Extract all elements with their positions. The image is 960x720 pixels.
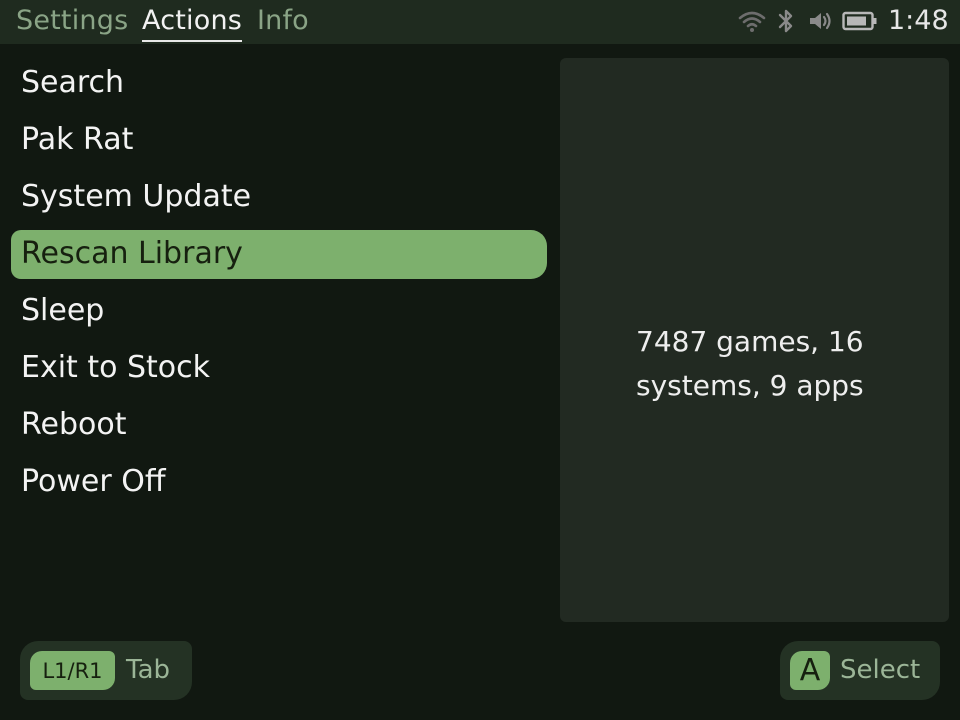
- select-hint[interactable]: A Select: [780, 641, 940, 700]
- a-button-key: A: [790, 651, 830, 690]
- menu-item-label: Rescan Library: [21, 236, 243, 271]
- menu-item-system-update[interactable]: System Update: [11, 173, 547, 222]
- wifi-icon: [738, 8, 766, 34]
- menu-item-sleep[interactable]: Sleep: [11, 287, 547, 336]
- menu-item-pak-rat[interactable]: Pak Rat: [11, 116, 547, 165]
- select-hint-label: Select: [840, 655, 921, 685]
- menu-item-label: Power Off: [21, 464, 166, 499]
- tab-hint[interactable]: L1/R1 Tab: [20, 641, 192, 700]
- menu-item-label: Sleep: [21, 293, 105, 328]
- tab-hint-label: Tab: [126, 655, 171, 685]
- menu-item-power-off[interactable]: Power Off: [11, 458, 547, 507]
- tab-settings[interactable]: Settings: [16, 4, 128, 38]
- top-bar: Settings Actions Info 1:48: [0, 0, 960, 44]
- menu-item-label: System Update: [21, 179, 252, 214]
- menu-item-label: Exit to Stock: [21, 350, 211, 385]
- menu-item-label: Reboot: [21, 407, 127, 442]
- tab-actions[interactable]: Actions: [142, 4, 243, 42]
- menu-item-label: Pak Rat: [21, 122, 134, 157]
- battery-icon: [842, 8, 878, 34]
- menu-item-search[interactable]: Search: [11, 59, 547, 108]
- l1-r1-key: L1/R1: [30, 651, 115, 690]
- clock: 1:48: [888, 5, 949, 36]
- volume-icon: [808, 8, 834, 34]
- menu-item-rescan-library[interactable]: Rescan Library: [11, 230, 547, 279]
- tab-info[interactable]: Info: [257, 4, 309, 38]
- menu-item-exit-to-stock[interactable]: Exit to Stock: [11, 344, 547, 393]
- menu-item-label: Search: [21, 65, 125, 100]
- info-panel: 7487 games, 16 systems, 9 apps: [560, 58, 949, 622]
- library-summary: 7487 games, 16 systems, 9 apps: [636, 325, 864, 402]
- screen: Settings Actions Info 1:48 Search Pak Ra…: [0, 0, 960, 720]
- bluetooth-icon: [776, 8, 796, 34]
- menu-item-reboot[interactable]: Reboot: [11, 401, 547, 450]
